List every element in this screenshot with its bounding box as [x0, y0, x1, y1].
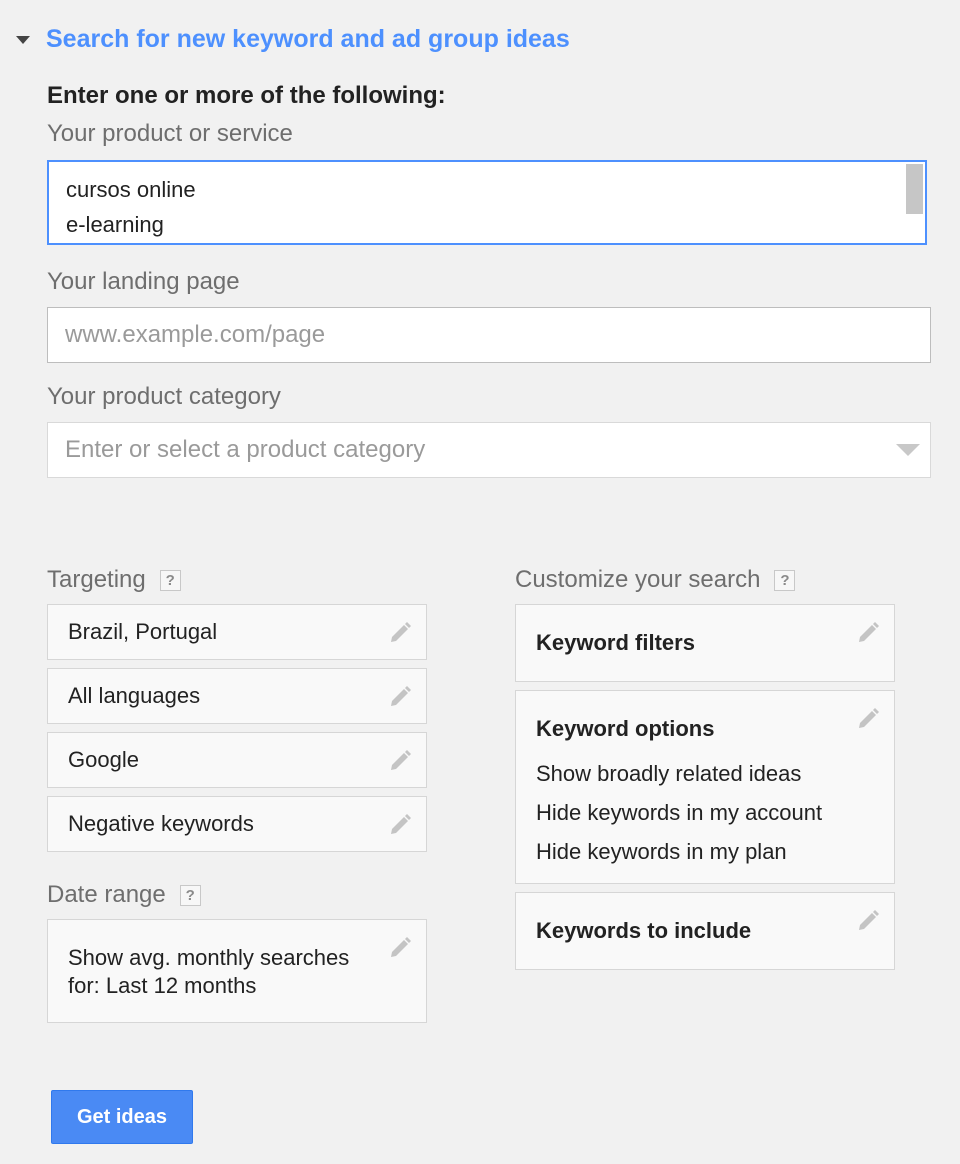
date-range-title: Date range ?	[47, 880, 201, 910]
textarea-scrollbar[interactable]	[906, 164, 923, 214]
keyword-filters-card[interactable]: Keyword filters	[515, 604, 895, 682]
pencil-edit-icon[interactable]	[388, 747, 414, 773]
help-icon[interactable]: ?	[179, 884, 201, 906]
pencil-edit-icon[interactable]	[388, 811, 414, 837]
product-service-line: cursos online	[66, 177, 196, 202]
keyword-options-card[interactable]: Keyword options Show broadly related ide…	[515, 690, 895, 884]
get-ideas-button[interactable]: Get ideas	[51, 1090, 193, 1144]
section-title[interactable]: Search for new keyword and ad group idea…	[46, 25, 570, 54]
keywords-to-include-card[interactable]: Keywords to include	[515, 892, 895, 970]
pencil-edit-icon[interactable]	[388, 934, 414, 960]
targeting-negative-keywords-text: Negative keywords	[68, 811, 254, 836]
keyword-option-item: Show broadly related ideas	[536, 761, 802, 786]
keyword-options-list: Show broadly related ideas Hide keywords…	[536, 754, 822, 871]
customize-title-text: Customize your search	[515, 566, 761, 593]
keyword-option-item: Hide keywords in my plan	[536, 839, 787, 864]
pencil-edit-icon[interactable]	[856, 907, 882, 933]
landing-page-placeholder: www.example.com/page	[65, 321, 326, 348]
product-category-label: Your product category	[47, 383, 281, 410]
product-service-label: Your product or service	[47, 120, 293, 147]
date-range-text: Show avg. monthly searches for: Last 12 …	[68, 944, 349, 1000]
customize-title: Customize your search ?	[515, 565, 796, 595]
targeting-language-card[interactable]: All languages	[47, 668, 427, 724]
pencil-edit-icon[interactable]	[856, 705, 882, 731]
date-range-line: Show avg. monthly searches	[68, 945, 350, 970]
pencil-edit-icon[interactable]	[388, 619, 414, 645]
targeting-network-card[interactable]: Google	[47, 732, 427, 788]
keyword-options-title: Keyword options	[536, 716, 715, 741]
targeting-title: Targeting ?	[47, 565, 181, 595]
targeting-negative-keywords-card[interactable]: Negative keywords	[47, 796, 427, 852]
date-range-line: for: Last 12 months	[68, 973, 257, 998]
date-range-card[interactable]: Show avg. monthly searches for: Last 12 …	[47, 919, 427, 1023]
keyword-filters-title: Keyword filters	[536, 630, 695, 655]
targeting-location-card[interactable]: Brazil, Portugal	[47, 604, 427, 660]
help-icon[interactable]: ?	[159, 569, 181, 591]
pencil-edit-icon[interactable]	[856, 619, 882, 645]
targeting-title-text: Targeting	[47, 566, 146, 593]
product-category-select[interactable]: Enter or select a product category	[47, 422, 931, 478]
section-header[interactable]: Search for new keyword and ad group idea…	[16, 22, 570, 56]
dropdown-caret-icon[interactable]	[896, 444, 920, 456]
targeting-location-text: Brazil, Portugal	[68, 619, 218, 644]
instructions-heading: Enter one or more of the following:	[47, 82, 446, 109]
keywords-to-include-title: Keywords to include	[536, 918, 752, 943]
product-service-line: e-learning	[66, 212, 164, 237]
targeting-language-text: All languages	[68, 683, 201, 708]
landing-page-input[interactable]: www.example.com/page	[47, 307, 931, 363]
landing-page-label: Your landing page	[47, 268, 240, 295]
help-icon[interactable]: ?	[774, 569, 796, 591]
collapse-arrow-icon[interactable]	[16, 36, 30, 44]
date-range-title-text: Date range	[47, 881, 166, 908]
targeting-network-text: Google	[68, 747, 139, 772]
product-category-placeholder: Enter or select a product category	[65, 436, 426, 463]
pencil-edit-icon[interactable]	[388, 683, 414, 709]
keyword-planner-form: Search for new keyword and ad group idea…	[0, 0, 960, 1164]
keyword-option-item: Hide keywords in my account	[536, 800, 823, 825]
product-service-textarea[interactable]: cursos online e-learning	[47, 160, 927, 245]
